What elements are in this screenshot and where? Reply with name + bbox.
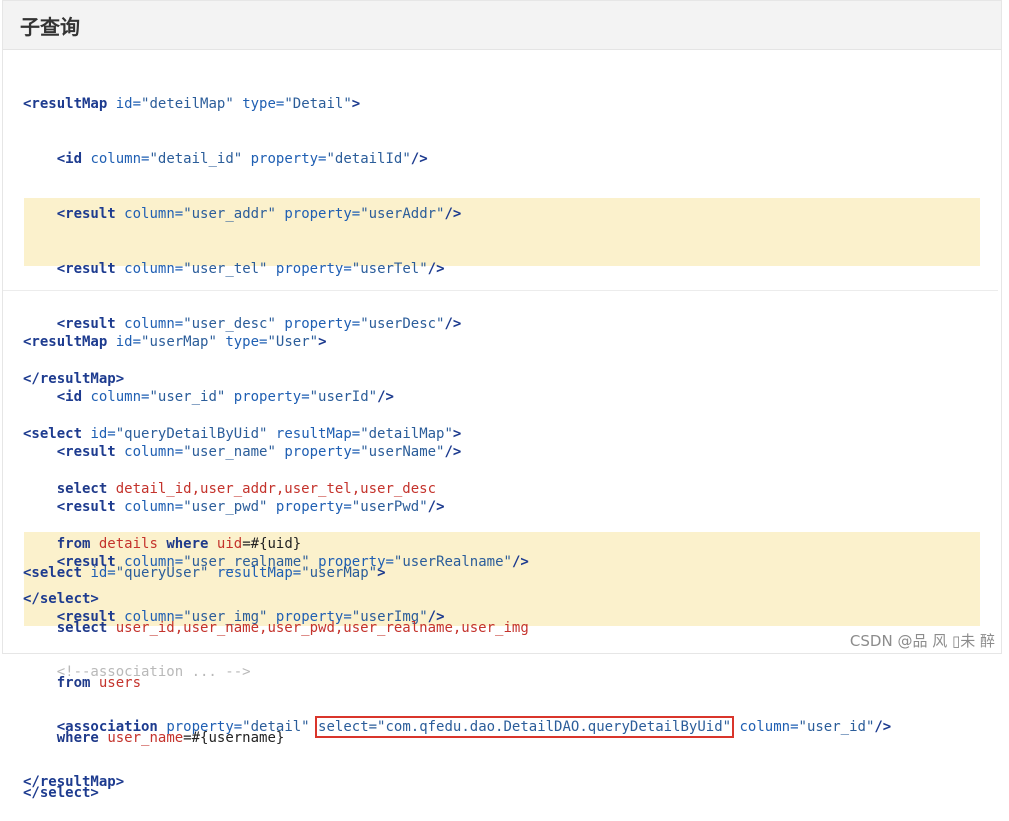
code-line: <id column="detail_id" property="detailI…	[56, 151, 428, 167]
code-line: <select id="queryUser" resultMap="userMa…	[23, 565, 386, 581]
code-line: <result column="user_name" property="use…	[56, 444, 462, 460]
code-line: <result column="user_pwd" property="user…	[56, 499, 445, 515]
code-line: <resultMap id="userMap" type="User">	[23, 334, 327, 350]
code-line: from users	[56, 675, 142, 691]
code-line: <result column="user_tel" property="user…	[56, 261, 445, 277]
code-line: <resultMap id="deteilMap" type="Detail">	[23, 96, 361, 112]
code-line: <result column="user_addr" property="use…	[56, 206, 462, 222]
code-block-query-user: <select id="queryUser" resultMap="userMa…	[23, 530, 529, 821]
csdn-watermark: CSDN @品 风 ▯未 醉	[849, 632, 995, 650]
code-line: <id column="user_id" property="userId"/>	[56, 389, 394, 405]
code-line: </select>	[23, 785, 99, 801]
panel-title: 子查询	[20, 14, 80, 39]
code-line: select user_id,user_name,user_pwd,user_r…	[56, 620, 529, 636]
panel-header: 子查询	[3, 1, 1001, 50]
code-line: where user_name=#{username}	[56, 730, 285, 746]
